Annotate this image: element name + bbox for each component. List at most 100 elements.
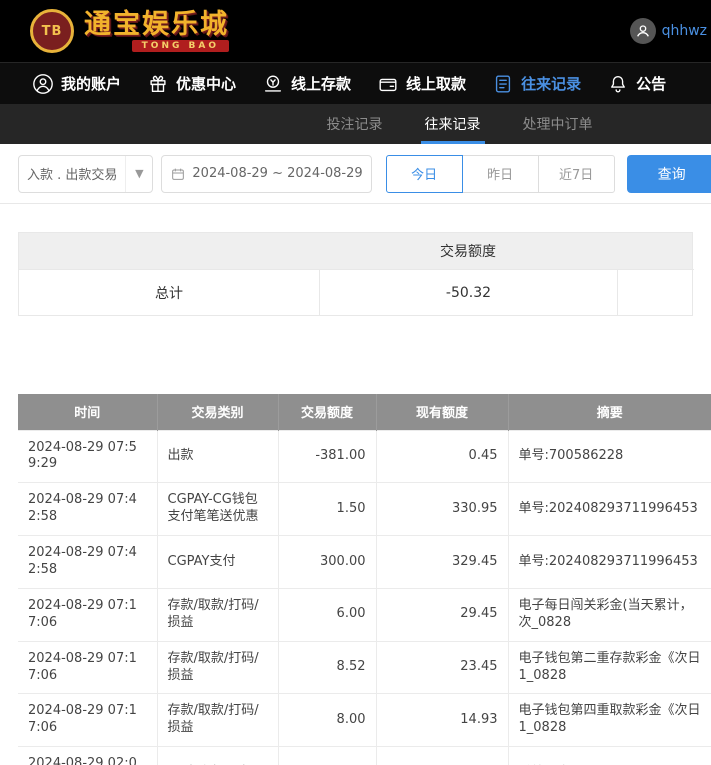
date-range-value: 2024-08-29 ~ 2024-08-29 — [192, 166, 362, 181]
cell-type: 存款/取款/打码/损益 — [157, 588, 278, 641]
nav-label: 我的账户 — [61, 73, 121, 94]
search-button[interactable]: 查询 — [627, 155, 711, 193]
cell-balance: 14.93 — [376, 694, 508, 747]
column-header: 现有额度 — [376, 394, 508, 430]
logo-title: 通宝娱乐城 — [84, 11, 229, 38]
summary-header-title: 交易额度 — [319, 241, 617, 261]
nav-item-my-account[interactable]: 我的账户 — [32, 73, 121, 95]
cell-time: 2024-08-29 07:17:06 — [18, 588, 157, 641]
nav-label: 往来记录 — [521, 73, 581, 94]
column-header: 交易额度 — [278, 394, 376, 430]
nav-item-promotions[interactable]: 优惠中心 — [147, 73, 236, 95]
nav-item-withdraw[interactable]: 线上取款 — [377, 73, 466, 95]
bell-icon — [607, 73, 629, 95]
nav-item-deposit[interactable]: 线上存款 — [262, 73, 351, 95]
last7days-button[interactable]: 近7日 — [538, 155, 615, 193]
table-row: 2024-08-29 07:42:58CGPAY-CG钱包支付笔笔送优惠1.50… — [18, 483, 711, 536]
filter-bar: 入款 . 出款交易 ▼ 2024-08-29 ~ 2024-08-29 今日 昨… — [0, 144, 711, 204]
tab-processing-orders[interactable]: 处理中订单 — [519, 104, 597, 144]
cell-amount: 1.50 — [278, 483, 376, 536]
transaction-type-select[interactable]: 入款 . 出款交易 ▼ — [18, 155, 153, 193]
chevron-down-icon: ▼ — [126, 167, 152, 180]
table-row: 2024-08-29 07:17:06存款/取款/打码/损益6.0029.45电… — [18, 588, 711, 641]
nav-label: 线上存款 — [291, 73, 351, 94]
main-navigation: 我的账户 优惠中心 线上存款 线上取款 往来记录 公告 — [0, 62, 711, 104]
table-row: 2024-08-29 02:07:34PG老虎机返点1.686.93系统派发_2… — [18, 747, 711, 765]
cell-time: 2024-08-29 07:42:58 — [18, 483, 157, 536]
cell-time: 2024-08-29 07:59:29 — [18, 430, 157, 483]
nav-label: 优惠中心 — [176, 73, 236, 94]
cell-time: 2024-08-29 07:17:06 — [18, 641, 157, 694]
calendar-icon — [170, 166, 186, 182]
summary-total-value: -50.32 — [319, 269, 617, 315]
cell-memo: 系统派发_2024-08-28 — [508, 747, 711, 765]
records-table: 时间交易类别交易额度现有额度摘要 2024-08-29 07:59:29出款-3… — [18, 394, 711, 765]
cell-type: 存款/取款/打码/损益 — [157, 641, 278, 694]
cell-type: 出款 — [157, 430, 278, 483]
deposit-icon — [262, 73, 284, 95]
cell-balance: 330.95 — [376, 483, 508, 536]
cell-time: 2024-08-29 07:17:06 — [18, 694, 157, 747]
withdraw-icon — [377, 73, 399, 95]
cell-memo: 电子钱包第四重取款彩金《次日1_0828 — [508, 694, 711, 747]
nav-item-records[interactable]: 往来记录 — [492, 73, 581, 95]
yesterday-button[interactable]: 昨日 — [462, 155, 539, 193]
username-link[interactable]: qhhwz — [662, 23, 707, 39]
sub-navigation: 投注记录 往来记录 处理中订单 — [0, 104, 711, 144]
nav-label: 公告 — [636, 73, 666, 94]
records-table-body: 2024-08-29 07:59:29出款-381.000.45单号:70058… — [18, 430, 711, 765]
logo-text: 通宝娱乐城 TONG BAO — [84, 11, 229, 52]
cell-amount: -381.00 — [278, 430, 376, 483]
site-logo[interactable]: TB 通宝娱乐城 TONG BAO — [30, 9, 229, 53]
summary-total-row: 总计 -50.32 — [19, 269, 692, 315]
tab-bet-records[interactable]: 投注记录 — [323, 104, 387, 144]
records-icon — [492, 73, 514, 95]
cell-type: 存款/取款/打码/损益 — [157, 694, 278, 747]
gift-icon — [147, 73, 169, 95]
cell-amount: 1.68 — [278, 747, 376, 765]
cell-balance: 329.45 — [376, 536, 508, 589]
cell-time: 2024-08-29 07:42:58 — [18, 536, 157, 589]
column-header: 交易类别 — [157, 394, 278, 430]
cell-balance: 0.45 — [376, 430, 508, 483]
cell-amount: 6.00 — [278, 588, 376, 641]
nav-item-notice[interactable]: 公告 — [607, 73, 666, 95]
user-avatar-icon — [630, 18, 656, 44]
cell-memo: 单号:202408293711996453 — [508, 536, 711, 589]
summary-card: 交易额度 总计 -50.32 — [18, 232, 693, 316]
cell-type: PG老虎机返点 — [157, 747, 278, 765]
cell-memo: 电子每日闯关彩金(当天累计，次_0828 — [508, 588, 711, 641]
logo-badge-icon: TB — [30, 9, 74, 53]
summary-header: 交易额度 — [19, 233, 692, 269]
date-range-input[interactable]: 2024-08-29 ~ 2024-08-29 — [161, 155, 371, 193]
user-box: qhhwz — [630, 0, 707, 62]
summary-empty-cell — [617, 269, 694, 315]
records-table-head-row: 时间交易类别交易额度现有额度摘要 — [18, 394, 711, 430]
column-header: 摘要 — [508, 394, 711, 430]
nav-label: 线上取款 — [406, 73, 466, 94]
table-row: 2024-08-29 07:42:58CGPAY支付300.00329.45单号… — [18, 536, 711, 589]
logo-ribbon: TONG BAO — [132, 40, 229, 52]
cell-amount: 8.52 — [278, 641, 376, 694]
table-row: 2024-08-29 07:17:06存款/取款/打码/损益8.0014.93电… — [18, 694, 711, 747]
table-row: 2024-08-29 07:59:29出款-381.000.45单号:70058… — [18, 430, 711, 483]
cell-balance: 29.45 — [376, 588, 508, 641]
cell-memo: 单号:202408293711996453 — [508, 483, 711, 536]
cell-amount: 300.00 — [278, 536, 376, 589]
today-button[interactable]: 今日 — [386, 155, 463, 193]
cell-memo: 单号:700586228 — [508, 430, 711, 483]
tab-transaction-records[interactable]: 往来记录 — [421, 104, 485, 144]
user-icon — [32, 73, 54, 95]
cell-type: CGPAY支付 — [157, 536, 278, 589]
cell-balance: 6.93 — [376, 747, 508, 765]
top-header: TB 通宝娱乐城 TONG BAO qhhwz — [0, 0, 711, 62]
cell-balance: 23.45 — [376, 641, 508, 694]
cell-memo: 电子钱包第二重存款彩金《次日1_0828 — [508, 641, 711, 694]
table-row: 2024-08-29 07:17:06存款/取款/打码/损益8.5223.45电… — [18, 641, 711, 694]
summary-total-label: 总计 — [19, 269, 319, 315]
records-section: 时间交易类别交易额度现有额度摘要 2024-08-29 07:59:29出款-3… — [18, 394, 711, 765]
cell-time: 2024-08-29 02:07:34 — [18, 747, 157, 765]
cell-amount: 8.00 — [278, 694, 376, 747]
quick-range-group: 今日 昨日 近7日 — [386, 155, 615, 193]
select-value: 入款 . 出款交易 — [19, 164, 125, 183]
